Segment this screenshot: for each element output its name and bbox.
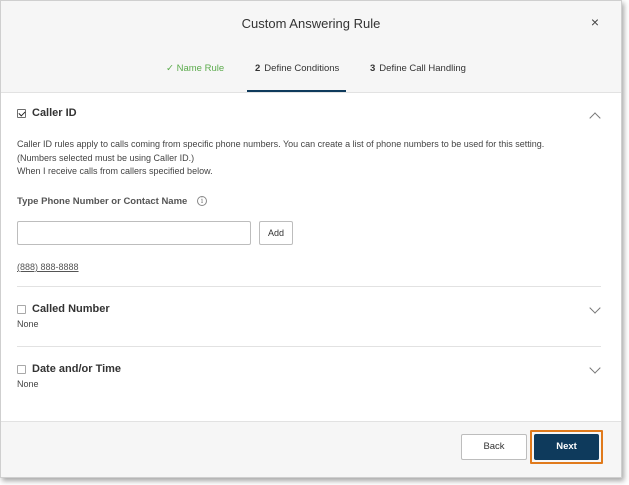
dialog-header: Custom Answering Rule × ✓ Name Rule 2 Def…: [1, 1, 621, 93]
caller-id-title: Caller ID: [32, 107, 77, 119]
phone-field-label: Type Phone Number or Contact Name: [17, 196, 188, 207]
caller-id-description: Caller ID rules apply to calls coming fr…: [17, 138, 587, 179]
date-time-checkbox[interactable]: [17, 365, 26, 374]
back-button[interactable]: Back: [461, 434, 527, 460]
called-number-title: Called Number: [32, 303, 110, 315]
description-line: Caller ID rules apply to calls coming fr…: [17, 139, 545, 149]
step-label: Name Rule: [176, 63, 225, 74]
caller-id-checkbox[interactable]: [17, 109, 26, 118]
date-time-title: Date and/or Time: [32, 363, 122, 375]
wizard-steps: ✓ Name Rule 2 Define Conditions 3 Define C…: [1, 56, 621, 93]
chevron-up-icon[interactable]: [589, 112, 601, 124]
step-name-rule[interactable]: ✓ Name Rule: [166, 63, 224, 74]
section-divider: [17, 346, 601, 347]
step-label: Define Conditions: [264, 63, 340, 74]
phone-number-entry[interactable]: (888) 888-8888: [17, 262, 79, 272]
called-number-value: None: [17, 319, 39, 329]
description-line: When I receive calls from callers specif…: [17, 166, 213, 177]
phone-number-input[interactable]: [17, 221, 251, 245]
next-button[interactable]: Next: [534, 434, 599, 460]
chevron-down-icon[interactable]: [589, 302, 601, 314]
add-button[interactable]: Add: [259, 221, 293, 245]
dialog-title: Custom Answering Rule: [241, 16, 381, 31]
check-icon: ✓: [166, 63, 174, 74]
date-time-value: None: [17, 379, 39, 389]
step-label: Define Call Handling: [379, 63, 466, 74]
step-number: 3: [370, 63, 376, 74]
info-icon[interactable]: i: [197, 196, 207, 206]
description-line: (Numbers selected must be using Caller I…: [17, 152, 195, 163]
close-icon[interactable]: ×: [587, 14, 603, 30]
dialog-footer: Back Next: [1, 421, 621, 477]
custom-answering-rule-dialog: Custom Answering Rule × ✓ Name Rule 2 Def…: [0, 0, 622, 478]
step-number: 2: [255, 63, 261, 74]
active-step-indicator: [247, 90, 346, 92]
step-define-call-handling[interactable]: 3 Define Call Handling: [370, 63, 466, 74]
section-divider: [17, 286, 601, 287]
called-number-checkbox[interactable]: [17, 305, 26, 314]
step-define-conditions[interactable]: 2 Define Conditions: [255, 63, 339, 74]
chevron-down-icon[interactable]: [589, 362, 601, 374]
